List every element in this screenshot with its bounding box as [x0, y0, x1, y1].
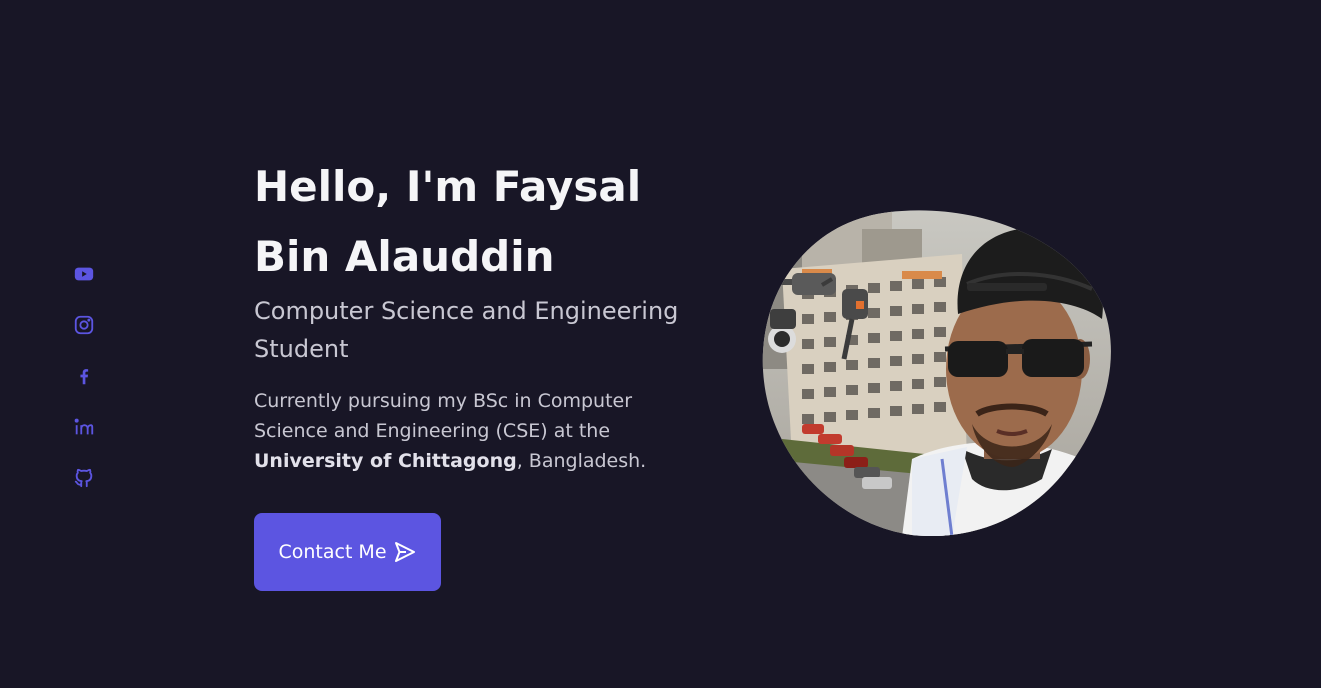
profile-photo — [762, 209, 1114, 537]
social-links — [72, 263, 96, 489]
contact-me-label: Contact Me — [278, 541, 387, 563]
github-link[interactable] — [73, 467, 95, 489]
hero-description: Currently pursuing my BSc in Computer Sc… — [254, 386, 674, 476]
description-text: Currently pursuing my BSc in Computer Sc… — [254, 390, 633, 442]
github-icon — [74, 468, 93, 488]
contact-me-button[interactable]: Contact Me — [254, 513, 441, 591]
instagram-link[interactable] — [73, 314, 95, 336]
profile-image — [762, 210, 1111, 537]
facebook-icon — [80, 369, 89, 385]
linkedin-link[interactable] — [73, 416, 95, 438]
youtube-icon — [74, 267, 94, 281]
send-icon — [394, 542, 415, 562]
facebook-link[interactable] — [73, 365, 95, 387]
hero-subtitle: Computer Science and Engineering Student — [254, 297, 679, 363]
university-name: University of Chittagong — [254, 450, 517, 472]
linkedin-icon — [74, 418, 94, 435]
description-suffix: , Bangladesh. — [516, 450, 647, 472]
instagram-icon — [74, 315, 94, 335]
hero-title: Hello, I'm Faysal Bin Alauddin — [254, 162, 642, 281]
youtube-link[interactable] — [73, 263, 95, 285]
hero-text: Hello, I'm Faysal Bin Alauddin Computer … — [254, 152, 694, 476]
home-section: Hello, I'm Faysal Bin Alauddin Computer … — [0, 0, 1321, 688]
